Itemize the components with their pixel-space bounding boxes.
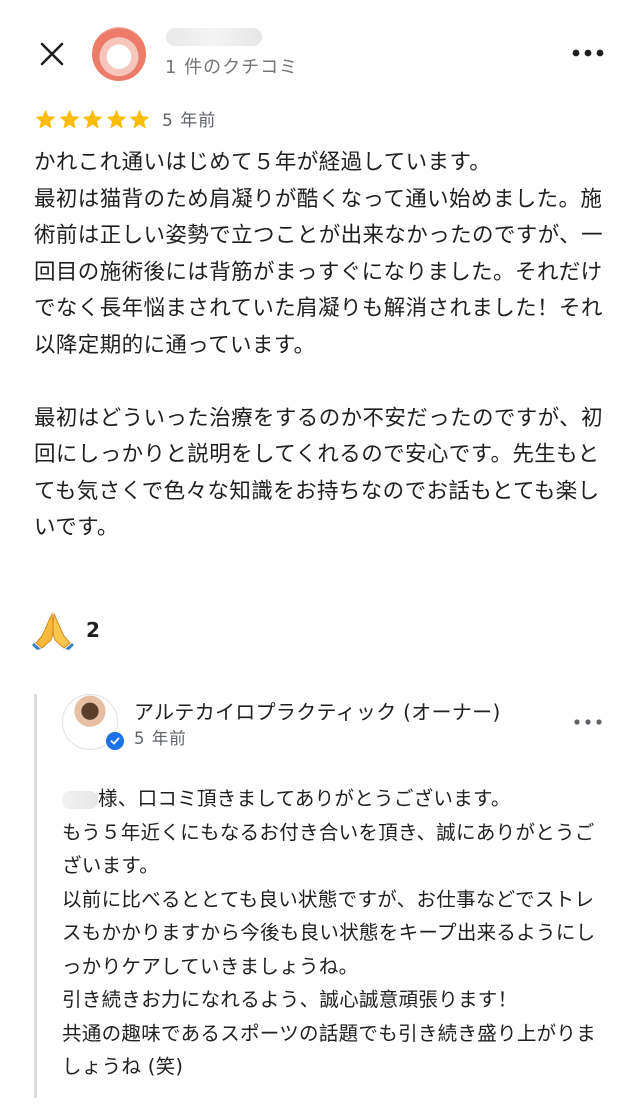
star-icon (106, 109, 127, 129)
verified-badge-icon (104, 730, 126, 752)
review-paragraph: かれこれ通いはじめて５年が経過しています。 最初は猫背のため肩凝りが酷くなって通… (34, 150, 603, 358)
reply-indent-bar (34, 694, 37, 1098)
redacted-name (62, 790, 98, 809)
reply-more-options-button[interactable] (570, 710, 606, 734)
owner-reply-text: 様、口コミ頂きましてありがとうございます。 もう５年近くにもなるお付き合いを頂き… (62, 782, 614, 1084)
star-icon (130, 109, 150, 129)
reviewer-avatar[interactable] (92, 27, 146, 81)
folded-hands-icon (32, 612, 74, 650)
reply-line: 共通の趣味であるスポーツの話題でも引き続き盛り上がりましょうね (笑) (62, 1021, 597, 1079)
more-options-button[interactable] (566, 38, 610, 68)
review-date: 5 年前 (162, 111, 217, 131)
star-icon (59, 109, 79, 129)
reply-line: もう５年近くにもなるお付き合いを頂き、誠にありがとうございます。 (62, 820, 595, 878)
more-vert-icon (572, 49, 604, 57)
reviewer-name-redacted[interactable] (166, 28, 262, 46)
review-header: 1 件のクチコミ (0, 0, 640, 100)
reply-line: 引き続きお力になれるよう、誠心誠意頑張ります！ (62, 988, 518, 1011)
owner-name[interactable]: アルテカイロプラクティック (オーナー) (134, 696, 501, 725)
reply-line: 以前に比べるととても良い状態ですが、お仕事などでストレスもかかりますから今後も良… (62, 887, 596, 978)
close-icon (40, 42, 64, 66)
star-icon (35, 109, 56, 129)
review-paragraph: 最初はどういった治療をするのか不安だったのですが、初回にしっかりと説明をしてくれ… (34, 405, 603, 541)
reaction-button[interactable]: 2 (32, 610, 100, 650)
star-icon (82, 109, 103, 129)
reaction-count: 2 (86, 618, 100, 642)
owner-reply-date: 5 年前 (134, 729, 187, 748)
reply-line: 様、口コミ頂きましてありがとうございます。 (62, 782, 614, 816)
star-rating (34, 104, 152, 134)
review-text: かれこれ通いはじめて５年が経過しています。 最初は猫背のため肩凝りが酷くなって通… (34, 145, 614, 547)
reviewer-review-count: 1 件のクチコミ (165, 57, 299, 78)
close-button[interactable] (30, 34, 74, 74)
more-horiz-icon (574, 719, 602, 725)
